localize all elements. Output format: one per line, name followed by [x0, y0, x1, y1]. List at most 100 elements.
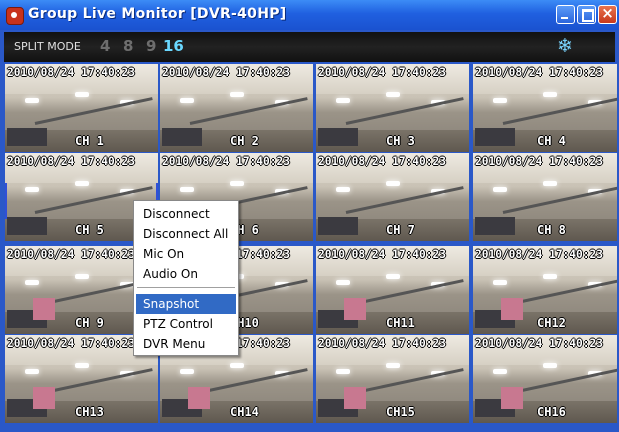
camera-scene-object — [344, 387, 366, 409]
split-mode-label: SPLIT MODE — [14, 40, 81, 53]
camera-scene-object — [33, 298, 55, 320]
close-button[interactable]: × — [598, 4, 617, 24]
app-icon[interactable] — [6, 7, 24, 25]
split-option-8[interactable]: 8 — [123, 37, 133, 55]
menu-item-disconnect[interactable]: Disconnect — [136, 204, 236, 224]
camera-timestamp: 2010/08/24 17:40:23 — [7, 155, 135, 168]
camera-timestamp: 2010/08/24 17:40:23 — [318, 66, 446, 79]
camera-scene-lamp — [493, 369, 507, 374]
camera-timestamp: 2010/08/24 17:40:23 — [7, 337, 135, 350]
camera-channel-label: CH 7 — [386, 223, 415, 237]
camera-scene-object — [501, 387, 523, 409]
menu-item-mic-on[interactable]: Mic On — [136, 244, 236, 264]
maximize-button[interactable] — [577, 5, 596, 24]
camera-channel-label: CH15 — [386, 405, 415, 419]
camera-scene-lamp — [75, 274, 89, 279]
close-icon: × — [601, 4, 614, 22]
camera-scene-desk — [162, 128, 202, 146]
camera-scene-object — [188, 387, 210, 409]
camera-scene-lamp — [75, 181, 89, 186]
camera-cell-16[interactable]: 2010/08/24 17:40:23 CH16 — [473, 335, 617, 423]
camera-grid: 2010/08/24 17:40:23 CH 1 2010/08/24 17:40:… — [5, 64, 617, 428]
menu-item-dvr-menu[interactable]: DVR Menu — [136, 334, 236, 354]
camera-scene-lamp — [25, 280, 39, 285]
camera-channel-label: CH16 — [537, 405, 566, 419]
camera-scene-lamp — [386, 181, 400, 186]
split-option-16[interactable]: 16 — [163, 37, 184, 55]
camera-timestamp: 2010/08/24 17:40:23 — [318, 155, 446, 168]
camera-scene-lamp — [25, 369, 39, 374]
camera-timestamp: 2010/08/24 17:40:23 — [318, 248, 446, 261]
camera-scene-lamp — [75, 92, 89, 97]
camera-scene-lamp — [230, 363, 244, 368]
camera-scene-lamp — [180, 187, 194, 192]
camera-channel-label: CH 2 — [230, 134, 259, 148]
camera-channel-label: CH13 — [75, 405, 104, 419]
camera-channel-label: CH 1 — [75, 134, 104, 148]
camera-scene-desk — [7, 217, 47, 235]
snowflake-icon[interactable]: ❄ — [557, 35, 573, 57]
camera-scene-object — [344, 298, 366, 320]
camera-cell-12[interactable]: 2010/08/24 17:40:23 CH12 — [473, 246, 617, 334]
camera-timestamp: 2010/08/24 17:40:23 — [162, 66, 290, 79]
camera-scene-desk — [318, 128, 358, 146]
camera-cell-3[interactable]: 2010/08/24 17:40:23 CH 3 — [316, 64, 469, 152]
minimize-button[interactable] — [556, 5, 575, 24]
camera-scene-lamp — [336, 98, 350, 103]
toolbar: SPLIT MODE 4 8 9 16 ❄ — [4, 32, 615, 62]
camera-channel-label: CH11 — [386, 316, 415, 330]
camera-channel-label: CH12 — [537, 316, 566, 330]
camera-channel-label: CH 9 — [75, 316, 104, 330]
camera-scene-beam — [345, 97, 464, 125]
camera-channel-label: CH 3 — [386, 134, 415, 148]
window-title: Group Live Monitor [DVR-40HP] — [28, 6, 287, 22]
camera-scene-object — [501, 298, 523, 320]
camera-scene-beam — [34, 97, 153, 125]
camera-scene-lamp — [386, 363, 400, 368]
camera-scene-desk — [318, 217, 358, 235]
camera-scene-object — [33, 387, 55, 409]
camera-scene-beam — [345, 186, 464, 214]
camera-scene-lamp — [180, 98, 194, 103]
menu-item-audio-on[interactable]: Audio On — [136, 264, 236, 284]
camera-scene-beam — [502, 186, 617, 214]
camera-scene-desk — [475, 128, 515, 146]
split-option-4[interactable]: 4 — [100, 37, 110, 55]
camera-scene-lamp — [543, 274, 557, 279]
camera-cell-7[interactable]: 2010/08/24 17:40:23 CH 7 — [316, 153, 469, 241]
camera-timestamp: 2010/08/24 17:40:23 — [475, 248, 603, 261]
camera-scene-lamp — [493, 280, 507, 285]
camera-timestamp: 2010/08/24 17:40:23 — [7, 66, 135, 79]
camera-scene-lamp — [336, 187, 350, 192]
camera-scene-desk — [7, 128, 47, 146]
menu-item-disconnect-all[interactable]: Disconnect All — [136, 224, 236, 244]
camera-scene-lamp — [25, 187, 39, 192]
camera-scene-lamp — [230, 181, 244, 186]
title-bar[interactable]: Group Live Monitor [DVR-40HP] × — [0, 0, 619, 30]
camera-cell-11[interactable]: 2010/08/24 17:40:23 CH11 — [316, 246, 469, 334]
camera-timestamp: 2010/08/24 17:40:23 — [162, 155, 290, 168]
camera-scene-lamp — [336, 280, 350, 285]
camera-timestamp: 2010/08/24 17:40:23 — [475, 155, 603, 168]
camera-scene-beam — [189, 97, 308, 125]
camera-timestamp: 2010/08/24 17:40:23 — [7, 248, 135, 261]
camera-cell-2[interactable]: 2010/08/24 17:40:23 CH 2 — [160, 64, 313, 152]
camera-scene-desk — [475, 217, 515, 235]
camera-scene-lamp — [25, 98, 39, 103]
split-option-9[interactable]: 9 — [146, 37, 156, 55]
camera-timestamp: 2010/08/24 17:40:23 — [318, 337, 446, 350]
camera-channel-label: CH14 — [230, 405, 259, 419]
camera-cell-8[interactable]: 2010/08/24 17:40:23 CH 8 — [473, 153, 617, 241]
camera-cell-15[interactable]: 2010/08/24 17:40:23 CH15 — [316, 335, 469, 423]
camera-scene-lamp — [543, 92, 557, 97]
camera-scene-lamp — [75, 363, 89, 368]
camera-scene-lamp — [336, 369, 350, 374]
menu-item-ptz-control[interactable]: PTZ Control — [136, 314, 236, 334]
app-window: Group Live Monitor [DVR-40HP] × SPLIT MO… — [0, 0, 619, 432]
camera-scene-lamp — [543, 363, 557, 368]
menu-separator — [137, 287, 235, 289]
camera-cell-1[interactable]: 2010/08/24 17:40:23 CH 1 — [5, 64, 158, 152]
camera-scene-lamp — [493, 187, 507, 192]
camera-cell-4[interactable]: 2010/08/24 17:40:23 CH 4 — [473, 64, 617, 152]
camera-timestamp: 2010/08/24 17:40:23 — [475, 337, 603, 350]
